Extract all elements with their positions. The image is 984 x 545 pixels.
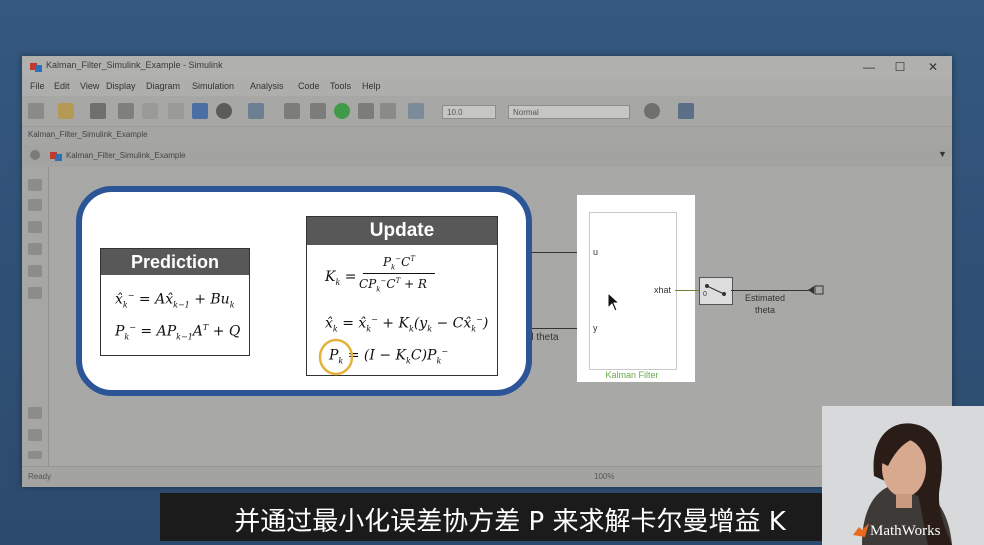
settings-gear-icon[interactable]: [216, 103, 232, 119]
model-tab-bar: Kalman_Filter_Simulink_Example: [22, 127, 952, 145]
save-icon[interactable]: [90, 103, 106, 119]
breadcrumb-bar: Kalman_Filter_Simulink_Example ▼: [22, 145, 952, 168]
stop-icon[interactable]: [380, 103, 396, 119]
switch-value: 0: [703, 291, 707, 298]
menu-file[interactable]: File: [30, 81, 45, 91]
signal-label-measured-theta: d theta: [528, 332, 559, 343]
menu-edit[interactable]: Edit: [54, 81, 70, 91]
status-bar: Ready 100%: [22, 466, 952, 487]
port-u-label: u: [593, 247, 599, 257]
subtitle-text: 并通过最小化误差协方差 P 来求解卡尔曼增益 K: [234, 507, 786, 537]
maximize-button[interactable]: ☐: [883, 58, 917, 76]
mathworks-logo-text: MathWorks: [870, 523, 941, 539]
menu-help[interactable]: Help: [362, 81, 381, 91]
stop-time-input[interactable]: 10.0: [442, 105, 496, 119]
data-grid-icon[interactable]: [678, 103, 694, 119]
menu-display[interactable]: Display: [106, 81, 136, 91]
kalman-gain-numerator: Pk−CT: [363, 255, 435, 275]
zoom-icon[interactable]: [28, 179, 42, 191]
kalman-filter-label: Kalman Filter: [605, 370, 659, 380]
menu-view[interactable]: View: [80, 81, 99, 91]
window-title: Kalman_Filter_Simulink_Example - Simulin…: [46, 60, 223, 70]
mathworks-logo-icon: [853, 523, 869, 537]
update-state-equation: x̂k = x̂k− + Kk(yk − Cx̂k−): [325, 315, 489, 334]
mouse-cursor-icon: [607, 292, 621, 312]
scope-icon[interactable]: [408, 103, 424, 119]
highlight-circle: [318, 338, 354, 376]
tree-icon[interactable]: [28, 429, 42, 441]
port-xhat-label: xhat: [654, 285, 672, 295]
model-tab[interactable]: Kalman_Filter_Simulink_Example: [28, 130, 148, 139]
title-bar: Kalman_Filter_Simulink_Example - Simulin…: [22, 56, 952, 78]
minimize-button[interactable]: —: [852, 58, 886, 76]
menu-code[interactable]: Code: [298, 81, 320, 91]
menu-tools[interactable]: Tools: [330, 81, 351, 91]
performance-icon[interactable]: [644, 103, 660, 119]
menu-simulation[interactable]: Simulation: [192, 81, 234, 91]
hide-browser-icon[interactable]: [30, 150, 40, 160]
update-title: Update: [307, 217, 497, 245]
kalman-gain-lhs: Kk =: [325, 269, 357, 287]
run-icon[interactable]: [334, 103, 350, 119]
prediction-state-equation: x̂k− = Ax̂k−1 + Buk: [115, 291, 235, 310]
image-icon[interactable]: [28, 265, 42, 277]
step-back-icon[interactable]: [284, 103, 300, 119]
annotation-icon[interactable]: [28, 243, 42, 255]
menu-analysis[interactable]: Analysis: [250, 81, 284, 91]
fit-view-icon[interactable]: [28, 199, 42, 211]
back-icon[interactable]: [118, 103, 134, 119]
prediction-covariance-equation: Pk− = APk−1AT + Q: [115, 323, 241, 342]
prediction-title: Prediction: [101, 249, 249, 275]
signal-line-out: [731, 290, 809, 291]
signal-line-xhat: [675, 290, 699, 291]
switch-block[interactable]: 0: [699, 277, 733, 305]
close-button[interactable]: ✕: [916, 58, 950, 76]
kalman-filter-block[interactable]: u y xhat: [589, 212, 677, 370]
area-icon[interactable]: [28, 287, 42, 299]
kalman-gain-denominator: CPk−CT + R: [359, 277, 427, 294]
library-browser-icon[interactable]: [192, 103, 208, 119]
up-icon[interactable]: [168, 103, 184, 119]
step-back-2-icon[interactable]: [310, 103, 326, 119]
estimated-theta-label: Estimated theta: [744, 293, 786, 315]
outport-icon: [808, 285, 824, 295]
prediction-box: Prediction x̂k− = Ax̂k−1 + Buk Pk− = APk…: [100, 248, 250, 356]
update-box: Update Kk = Pk−CT CPk−CT + R x̂k = x̂k− …: [306, 216, 498, 376]
model-explorer-icon[interactable]: [248, 103, 264, 119]
menu-bar: File Edit View Display Diagram Simulatio…: [22, 78, 952, 96]
expand-icon[interactable]: [28, 451, 42, 459]
breadcrumb[interactable]: Kalman_Filter_Simulink_Example: [66, 151, 186, 160]
model-icon: [50, 152, 62, 161]
zoom-level: 100%: [594, 472, 615, 481]
menu-diagram[interactable]: Diagram: [146, 81, 180, 91]
arrow-icon[interactable]: [28, 221, 42, 233]
status-text: Ready: [28, 472, 52, 481]
port-y-label: y: [593, 323, 598, 333]
forward-icon[interactable]: [142, 103, 158, 119]
new-model-icon[interactable]: [28, 103, 44, 119]
chevron-down-icon[interactable]: ▼: [938, 149, 947, 159]
step-forward-icon[interactable]: [358, 103, 374, 119]
toolbar: 10.0 Normal: [22, 96, 952, 127]
camera-icon[interactable]: [28, 407, 42, 419]
left-palette: [22, 167, 49, 466]
simulation-mode-select[interactable]: Normal: [508, 105, 630, 119]
open-folder-icon[interactable]: [58, 103, 74, 119]
equations-callout: Prediction x̂k− = Ax̂k−1 + Buk Pk− = APk…: [76, 186, 532, 396]
simulink-app-icon: [30, 63, 42, 72]
